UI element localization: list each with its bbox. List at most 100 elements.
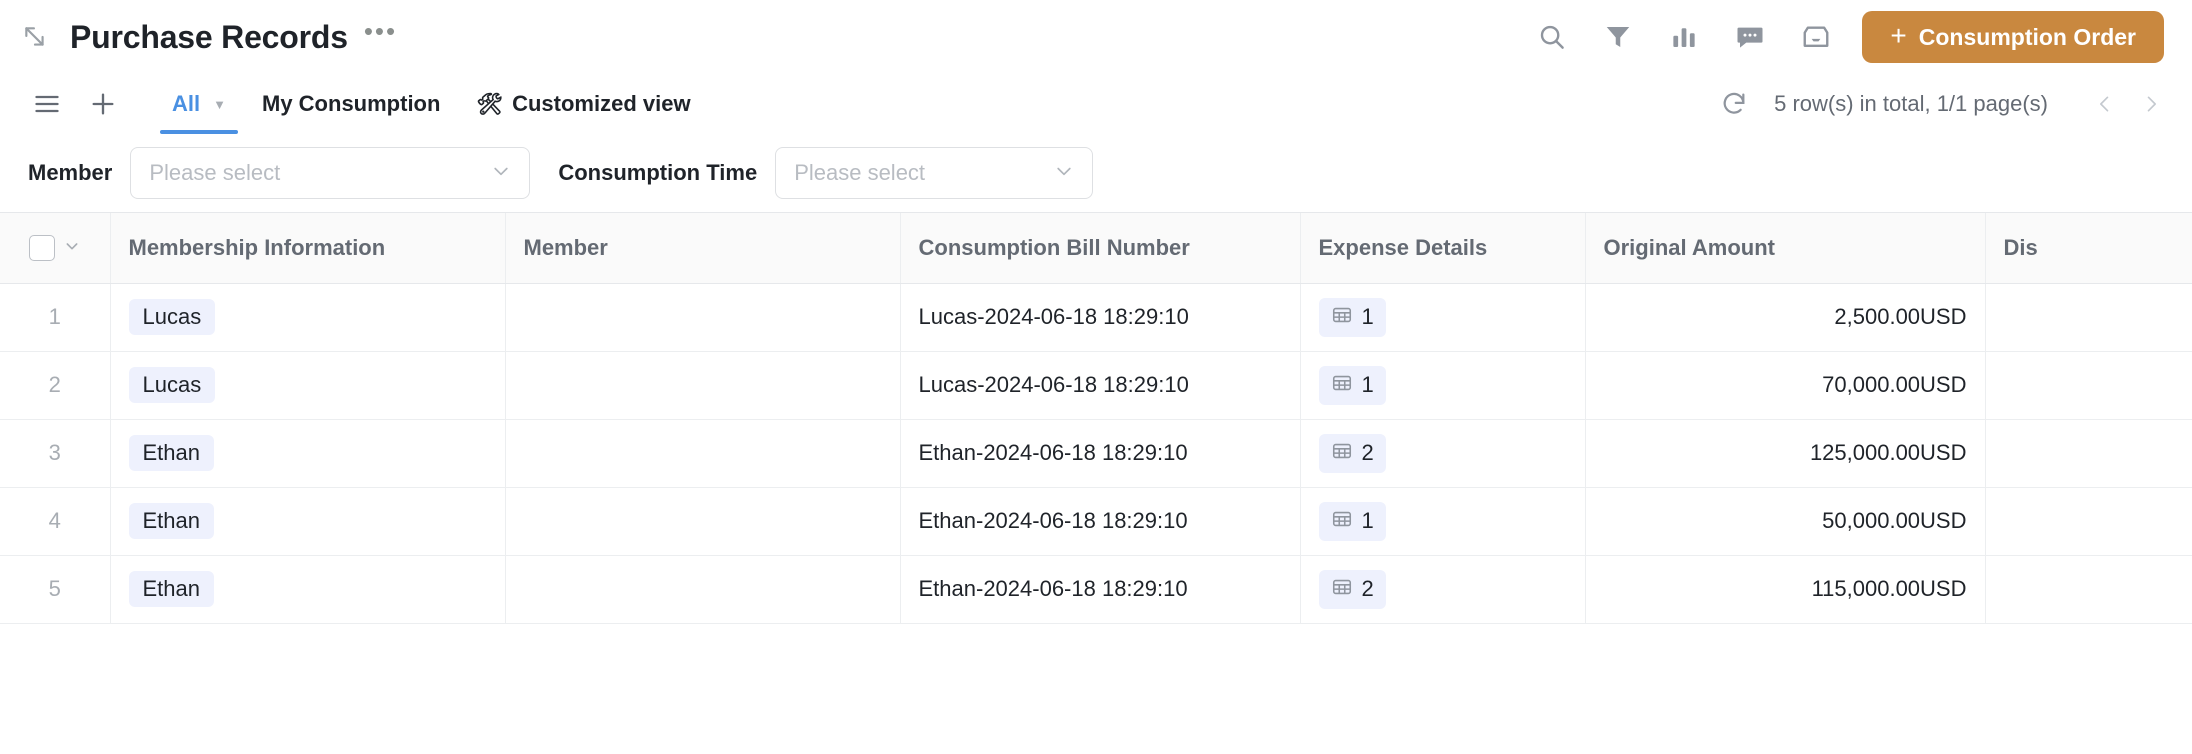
cell-original-amount[interactable]: 2,500.00USD (1585, 283, 1986, 352)
cell-bill-number[interactable]: Ethan-2024-06-18 18:29:10 (900, 487, 1301, 556)
tab-my-consumption-label: My Consumption (262, 91, 441, 116)
expense-detail-count: 1 (1361, 508, 1374, 533)
expense-detail-count: 1 (1361, 304, 1374, 329)
expense-detail-count: 1 (1361, 372, 1374, 397)
cell-original-amount[interactable]: 115,000.00USD (1585, 555, 1986, 624)
filter-bar: Member Please select Consumption Time Pl… (0, 134, 2192, 212)
row-number-cell[interactable]: 4 (0, 487, 111, 556)
refresh-icon[interactable] (1716, 86, 1752, 122)
row-number-cell[interactable]: 2 (0, 351, 111, 420)
original-amount-value: 115,000.00USD (1811, 576, 1967, 601)
chevron-down-icon[interactable] (64, 238, 80, 257)
cell-expense-details[interactable]: 1 (1300, 283, 1586, 352)
cell-member[interactable] (505, 419, 901, 488)
membership-tag: Ethan (128, 571, 214, 607)
tab-customized-view-label: Customized view (512, 91, 691, 116)
cell-discount[interactable] (1985, 283, 2192, 352)
table-row[interactable]: 1 Lucas Lucas-2024-06-18 18:29:10 1 2,50… (0, 283, 2192, 352)
search-icon[interactable] (1532, 17, 1572, 57)
row-number-cell[interactable]: 5 (0, 555, 111, 624)
table-row[interactable]: 2 Lucas Lucas-2024-06-18 18:29:10 1 70,0… (0, 351, 2192, 420)
table-header-row: Membership Information Member Consumptio… (0, 213, 2192, 284)
comment-icon[interactable] (1730, 17, 1770, 57)
cell-member[interactable] (505, 283, 901, 352)
cell-expense-details[interactable]: 2 (1300, 555, 1586, 624)
cell-discount[interactable] (1985, 351, 2192, 420)
cell-expense-details[interactable]: 1 (1300, 487, 1586, 556)
cell-expense-details[interactable]: 2 (1300, 419, 1586, 488)
cell-bill-number[interactable]: Lucas-2024-06-18 18:29:10 (900, 351, 1301, 420)
pagination (2088, 87, 2168, 121)
table-row[interactable]: 4 Ethan Ethan-2024-06-18 18:29:10 1 50,0… (0, 487, 2192, 556)
cell-member[interactable] (505, 487, 901, 556)
cell-expense-details[interactable]: 1 (1300, 351, 1586, 420)
add-view-plus-icon[interactable] (84, 85, 122, 123)
table-row[interactable]: 3 Ethan Ethan-2024-06-18 18:29:10 2 125,… (0, 419, 2192, 488)
next-page-button[interactable] (2134, 87, 2168, 121)
row-number: 3 (48, 440, 61, 465)
records-table-container: Membership Information Member Consumptio… (0, 212, 2192, 624)
expense-detail-pill[interactable]: 1 (1318, 297, 1386, 337)
list-menu-icon[interactable] (28, 85, 66, 123)
column-header-expense-details[interactable]: Expense Details (1300, 213, 1586, 284)
cell-membership[interactable]: Ethan (110, 487, 506, 556)
column-header-original-amount[interactable]: Original Amount (1585, 213, 1986, 284)
cell-membership[interactable]: Lucas (110, 351, 506, 420)
add-consumption-order-button[interactable]: + Consumption Order (1862, 11, 2164, 63)
cell-original-amount[interactable]: 125,000.00USD (1585, 419, 1986, 488)
cell-membership[interactable]: Ethan (110, 419, 506, 488)
cell-member[interactable] (505, 555, 901, 624)
cell-membership[interactable]: Ethan (110, 555, 506, 624)
cell-discount[interactable] (1985, 487, 2192, 556)
row-number-cell[interactable]: 1 (0, 283, 111, 352)
table-grid-icon (1331, 440, 1353, 467)
column-header-bill-number[interactable]: Consumption Bill Number (900, 213, 1301, 284)
filter-icon[interactable] (1598, 17, 1638, 57)
chevron-down-icon[interactable]: ▼ (213, 97, 226, 112)
consumption-time-select-placeholder: Please select (794, 160, 926, 185)
cell-bill-number[interactable]: Ethan-2024-06-18 18:29:10 (900, 419, 1301, 488)
original-amount-value: 2,500.00USD (1834, 304, 1967, 329)
table-header: Membership Information Member Consumptio… (0, 213, 2192, 284)
records-table: Membership Information Member Consumptio… (0, 213, 2192, 624)
table-grid-icon (1331, 304, 1353, 331)
membership-tag: Ethan (128, 435, 214, 471)
archive-icon[interactable] (1796, 17, 1836, 57)
expense-detail-pill[interactable]: 2 (1318, 433, 1386, 473)
tools-icon: 🛠 (476, 92, 504, 116)
expense-detail-pill[interactable]: 1 (1318, 501, 1386, 541)
row-number-cell[interactable]: 3 (0, 419, 111, 488)
tab-customized-view[interactable]: 🛠 Customized view (458, 74, 708, 134)
cell-bill-number[interactable]: Lucas-2024-06-18 18:29:10 (900, 283, 1301, 352)
cell-bill-number[interactable]: Ethan-2024-06-18 18:29:10 (900, 555, 1301, 624)
member-select[interactable]: Please select (130, 147, 531, 199)
prev-page-button[interactable] (2088, 87, 2122, 121)
column-header-member[interactable]: Member (505, 213, 901, 284)
original-amount-value: 125,000.00USD (1809, 440, 1967, 465)
expense-detail-pill[interactable]: 2 (1318, 569, 1386, 609)
column-header-membership[interactable]: Membership Information (110, 213, 506, 284)
bill-number-value: Lucas-2024-06-18 18:29:10 (918, 304, 1189, 329)
chart-icon[interactable] (1664, 17, 1704, 57)
filter-member-label: Member (28, 160, 113, 185)
filter-consumption-time-label: Consumption Time (558, 160, 758, 185)
column-header-discount[interactable]: Dis (1985, 213, 2192, 284)
top-bar: Purchase Records ••• + Consumption Order (0, 0, 2192, 74)
cell-membership[interactable]: Lucas (110, 283, 506, 352)
table-row[interactable]: 5 Ethan Ethan-2024-06-18 18:29:10 2 115,… (0, 555, 2192, 624)
expense-detail-pill[interactable]: 1 (1318, 365, 1386, 405)
select-all-checkbox[interactable] (29, 234, 56, 261)
cell-member[interactable] (505, 351, 901, 420)
cell-discount[interactable] (1985, 555, 2192, 624)
collapse-arrow-icon[interactable] (18, 20, 52, 54)
cell-discount[interactable] (1985, 419, 2192, 488)
title-more-icon[interactable]: ••• (364, 18, 397, 49)
tab-my-consumption[interactable]: My Consumption (244, 74, 458, 134)
cell-original-amount[interactable]: 50,000.00USD (1585, 487, 1986, 556)
consumption-time-select[interactable]: Please select (775, 147, 1094, 199)
member-select-placeholder: Please select (149, 160, 281, 185)
original-amount-value: 50,000.00USD (1822, 508, 1967, 533)
topbar-actions (1532, 17, 1836, 57)
cell-original-amount[interactable]: 70,000.00USD (1585, 351, 1986, 420)
tab-all[interactable]: All ▼ (154, 74, 244, 134)
